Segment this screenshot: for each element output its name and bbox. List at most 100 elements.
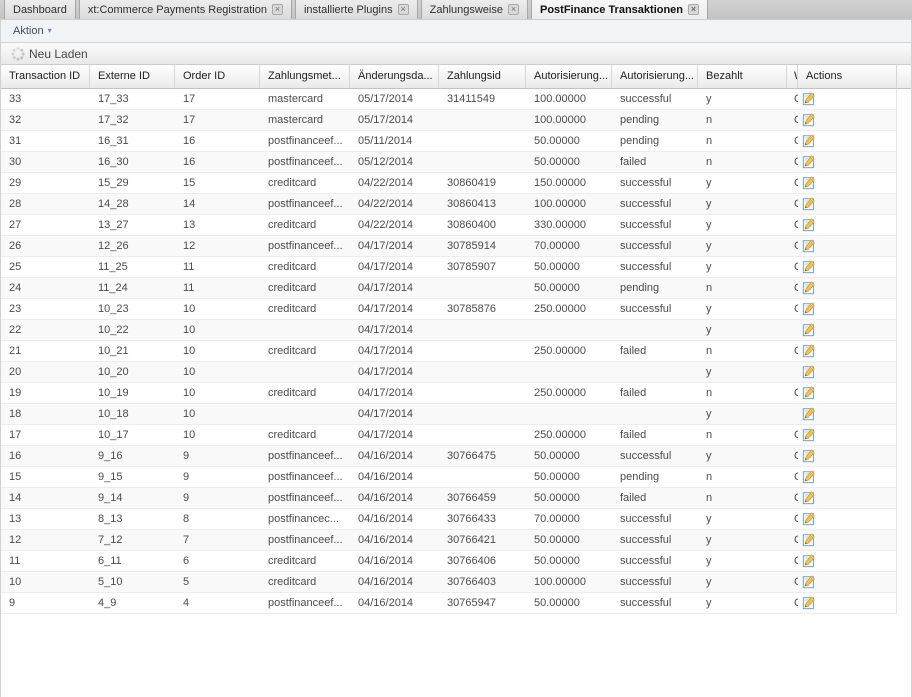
table-row[interactable]: 2612_2612postfinanceef...04/17/201430785… (1, 236, 896, 257)
table-row[interactable]: 3217_3217mastercard05/17/2014100.00000pe… (1, 110, 896, 131)
cell-bezahlt: y (698, 236, 787, 256)
table-row[interactable]: 2814_2814postfinanceef...04/22/201430860… (1, 194, 896, 215)
cell-actions (798, 509, 897, 529)
close-icon[interactable]: × (688, 4, 699, 15)
table-row[interactable]: 3116_3116postfinanceef...05/11/201450.00… (1, 131, 896, 152)
cell-zahlungsid: 30785914 (439, 236, 526, 256)
column-header-zahlungsmethode[interactable]: Zahlungsmet... (260, 65, 350, 88)
cell-order_id: 11 (175, 257, 260, 277)
table-row[interactable]: 2511_2511creditcard04/17/20143078590750.… (1, 257, 896, 278)
table-row[interactable]: 3016_3016postfinanceef...05/12/201450.00… (1, 152, 896, 173)
table-row[interactable]: 1910_1910creditcard04/17/2014250.00000fa… (1, 383, 896, 404)
reload-button-label: Neu Laden (29, 47, 88, 61)
edit-icon[interactable] (802, 239, 816, 253)
edit-icon[interactable] (802, 365, 816, 379)
cell-waehrung: CHF (787, 131, 798, 151)
column-header-autorisierungsstatus[interactable]: Autorisierung... (612, 65, 698, 88)
tab-label: Zahlungsweise (430, 4, 503, 16)
cell-transaction_id: 32 (1, 110, 90, 130)
tab-installierte-plugins[interactable]: installierte Plugins × (295, 0, 418, 19)
table-row[interactable]: 2915_2915creditcard04/22/201430860419150… (1, 173, 896, 194)
edit-icon[interactable] (802, 281, 816, 295)
column-header-waehrung[interactable]: W (787, 65, 798, 88)
column-header-aenderungsdatum[interactable]: Änderungsda... (350, 65, 439, 88)
reload-button[interactable]: Neu Laden (7, 46, 92, 62)
cell-externe_id: 9_16 (90, 446, 175, 466)
cell-zahlungsid: 30860419 (439, 173, 526, 193)
table-row[interactable]: 127_127postfinanceef...04/16/20143076642… (1, 530, 896, 551)
cell-zahlungsid (439, 467, 526, 487)
edit-icon[interactable] (802, 407, 816, 421)
cell-aenderungsdatum: 04/16/2014 (350, 467, 439, 487)
table-row[interactable]: 149_149postfinanceef...04/16/20143076645… (1, 488, 896, 509)
aktion-menu-button[interactable]: Aktion ▾ (9, 23, 56, 39)
cell-zahlungsid: 30860400 (439, 215, 526, 235)
edit-icon[interactable] (802, 386, 816, 400)
table-row[interactable]: 138_138postfinancec...04/16/201430766433… (1, 509, 896, 530)
column-header-autorisierungsbetrag[interactable]: Autorisierung... (526, 65, 612, 88)
cell-zahlungsid: 30785876 (439, 299, 526, 319)
edit-icon[interactable] (802, 92, 816, 106)
cell-autorisierungsstatus: successful (612, 257, 698, 277)
edit-icon[interactable] (802, 533, 816, 547)
table-row[interactable]: 2713_2713creditcard04/22/201430860400330… (1, 215, 896, 236)
edit-icon[interactable] (802, 344, 816, 358)
cell-waehrung: CHF (787, 425, 798, 445)
cell-autorisierungsstatus: successful (612, 593, 698, 613)
cell-autorisierungsbetrag: 250.00000 (526, 299, 612, 319)
close-icon[interactable]: × (398, 4, 409, 15)
table-row[interactable]: 2110_2110creditcard04/17/2014250.00000fa… (1, 341, 896, 362)
cell-transaction_id: 11 (1, 551, 90, 571)
close-icon[interactable]: × (508, 4, 519, 15)
cell-autorisierungsbetrag: 330.00000 (526, 215, 612, 235)
table-row[interactable]: 94_94postfinanceef...04/16/2014307659475… (1, 593, 896, 614)
tab-xtcommerce-payments-registration[interactable]: xt:Commerce Payments Registration × (79, 0, 292, 19)
table-row[interactable]: 116_116creditcard04/16/20143076640650.00… (1, 551, 896, 572)
table-row[interactable]: 2010_201004/17/2014y (1, 362, 896, 383)
table-row[interactable]: 1810_181004/17/2014y (1, 404, 896, 425)
column-header-order_id[interactable]: Order ID (175, 65, 260, 88)
edit-icon[interactable] (802, 302, 816, 316)
table-row[interactable]: 1710_1710creditcard04/17/2014250.00000fa… (1, 425, 896, 446)
column-header-zahlungsid[interactable]: Zahlungsid (439, 65, 526, 88)
tab-dashboard[interactable]: Dashboard (4, 0, 76, 19)
column-header-actions[interactable]: Actions (798, 65, 897, 88)
edit-icon[interactable] (802, 218, 816, 232)
edit-icon[interactable] (802, 260, 816, 274)
tab-zahlungsweise[interactable]: Zahlungsweise × (421, 0, 528, 19)
edit-icon[interactable] (802, 323, 816, 337)
edit-icon[interactable] (802, 470, 816, 484)
table-row[interactable]: 2310_2310creditcard04/17/201430785876250… (1, 299, 896, 320)
table-row[interactable]: 2411_2411creditcard04/17/201450.00000pen… (1, 278, 896, 299)
edit-icon[interactable] (802, 554, 816, 568)
edit-icon[interactable] (802, 491, 816, 505)
edit-icon[interactable] (802, 197, 816, 211)
chevron-down-icon: ▾ (48, 27, 52, 35)
edit-icon[interactable] (802, 176, 816, 190)
cell-autorisierungsstatus (612, 362, 698, 382)
column-header-externe_id[interactable]: Externe ID (90, 65, 175, 88)
close-icon[interactable]: × (272, 4, 283, 15)
edit-icon[interactable] (802, 596, 816, 610)
cell-externe_id: 10_19 (90, 383, 175, 403)
table-row[interactable]: 105_105creditcard04/16/201430766403100.0… (1, 572, 896, 593)
table-row[interactable]: 3317_3317mastercard05/17/201431411549100… (1, 89, 896, 110)
tab-postfinance-transaktionen[interactable]: PostFinance Transaktionen × (531, 0, 708, 19)
table-row[interactable]: 159_159postfinanceef...04/16/201450.0000… (1, 467, 896, 488)
edit-icon[interactable] (802, 134, 816, 148)
edit-icon[interactable] (802, 449, 816, 463)
table-row[interactable]: 169_169postfinanceef...04/16/20143076647… (1, 446, 896, 467)
column-header-transaction_id[interactable]: Transaction ID (1, 65, 90, 88)
table-row[interactable]: 2210_221004/17/2014y (1, 320, 896, 341)
edit-icon[interactable] (802, 155, 816, 169)
cell-externe_id: 10_22 (90, 320, 175, 340)
cell-transaction_id: 23 (1, 299, 90, 319)
cell-actions (798, 593, 897, 613)
column-header-bezahlt[interactable]: Bezahlt (698, 65, 787, 88)
cell-autorisierungsbetrag: 100.00000 (526, 572, 612, 592)
edit-icon[interactable] (802, 428, 816, 442)
edit-icon[interactable] (802, 512, 816, 526)
aktion-menu-label: Aktion (13, 25, 44, 37)
edit-icon[interactable] (802, 575, 816, 589)
edit-icon[interactable] (802, 113, 816, 127)
